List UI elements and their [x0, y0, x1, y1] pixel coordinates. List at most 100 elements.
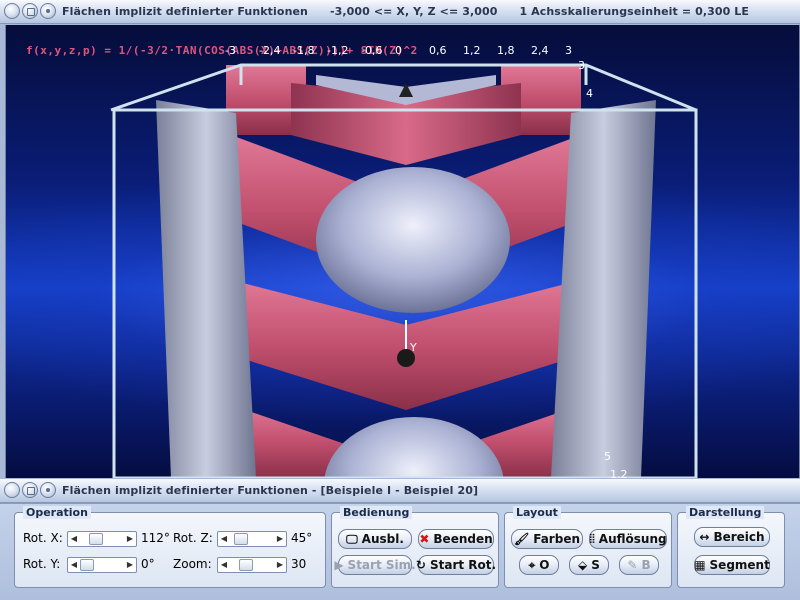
beenden-button[interactable]: ✖ Beenden: [418, 529, 494, 549]
arrow-right-icon[interactable]: ▶: [274, 532, 286, 546]
bedienung-title: Bedienung: [340, 506, 413, 519]
resolution-icon: ⦙⦙: [589, 532, 595, 546]
lightbulb-icon: ✎: [627, 558, 638, 572]
scale-info: 1 Achsskalierungseinheit = 0,300 LE: [519, 5, 750, 18]
darstellung-group: Darstellung ↔ Bereich ▦ Segment: [677, 506, 785, 588]
zoom-value: 30: [291, 557, 307, 571]
tick-right-1: 3: [578, 59, 585, 72]
rot-y-value: 0°: [141, 557, 155, 571]
tick-top-label: -0,6: [361, 44, 383, 57]
range-info: -3,000 <= X, Y, Z <= 3,000: [329, 5, 498, 18]
slider-thumb[interactable]: [89, 533, 104, 545]
aufloesung-label: Auflösung: [598, 532, 667, 546]
function-formula: f(x,y,z,p) = 1/(-3/2·TAN(COS(ABS(X)+ABS(…: [26, 44, 418, 57]
darstellung-title: Darstellung: [686, 506, 765, 519]
close-icon[interactable]: [4, 482, 20, 498]
maximize-icon[interactable]: [22, 482, 38, 498]
bereich-button[interactable]: ↔ Bereich: [694, 527, 770, 547]
b-button[interactable]: ✎ B: [619, 555, 659, 575]
arrow-right-icon[interactable]: ▶: [124, 532, 136, 546]
segment-button[interactable]: ▦ Segment: [694, 555, 770, 575]
minimize-icon[interactable]: [40, 482, 56, 498]
zoom-slider[interactable]: ◀ ▶: [217, 557, 287, 573]
tick-top-label: 2,4: [531, 44, 549, 57]
surface-rendering: [110, 63, 698, 478]
main-window-titlebar[interactable]: Flächen implizit definierter Funktionen …: [0, 0, 800, 24]
close-x-icon: ✖: [419, 532, 430, 546]
slider-thumb[interactable]: [239, 559, 253, 571]
arrow-left-icon[interactable]: ◀: [68, 532, 80, 546]
tick-top-label: -1,8: [293, 44, 315, 57]
tick-top-label: 1,2: [463, 44, 481, 57]
start-sim-label: Start Sim.: [347, 558, 416, 572]
b-label: B: [641, 558, 651, 572]
axis-label-y: Y: [410, 341, 417, 354]
tick-top-label: 1,8: [497, 44, 515, 57]
tick-top-label: -3: [225, 44, 236, 57]
control-window-titlebar[interactable]: Flächen implizit definierter Funktionen …: [0, 479, 800, 503]
tick-right-2: 4: [586, 87, 593, 100]
tick-top-label: -2,4: [259, 44, 281, 57]
farben-label: Farben: [533, 532, 580, 546]
start-rot-label: Start Rot.: [429, 558, 497, 572]
ausbl-button[interactable]: 🖵 Ausbl.: [338, 529, 412, 549]
start-rot-button[interactable]: ↻ Start Rot.: [415, 555, 497, 575]
rot-y-label: Rot. Y:: [23, 557, 61, 571]
beenden-label: Beenden: [433, 532, 493, 546]
sphere-upper: [316, 167, 510, 313]
tick-top-label: 3: [565, 44, 572, 57]
rotate-icon: ↻: [415, 558, 426, 572]
ausbl-label: Ausbl.: [361, 532, 404, 546]
range-arrows-icon: ↔: [699, 530, 710, 544]
slider-thumb[interactable]: [80, 559, 94, 571]
bedienung-group: Bedienung 🖵 Ausbl. ✖ Beenden ▶ Start Sim…: [331, 506, 499, 588]
rot-z-label: Rot. Z:: [173, 531, 213, 545]
tick-top-label: 0: [395, 44, 402, 57]
tick-top-label: 0,6: [429, 44, 447, 57]
rot-y-slider[interactable]: ◀ ▶: [67, 557, 137, 573]
aufloesung-button[interactable]: ⦙⦙ Auflösung: [589, 529, 667, 549]
operation-title: Operation: [23, 506, 91, 519]
operation-group: Operation Rot. X: ◀ ▶ 112° Rot. Z: ◀ ▶ 4…: [14, 506, 326, 588]
window-title-text: Flächen implizit definierter Funktionen: [62, 5, 308, 18]
arrow-right-icon[interactable]: ▶: [124, 558, 136, 572]
close-icon[interactable]: [4, 3, 20, 19]
s-button[interactable]: ⬙ S: [569, 555, 609, 575]
main-window-title: Flächen implizit definierter Funktionen …: [62, 5, 767, 18]
arrow-left-icon[interactable]: ◀: [218, 558, 230, 572]
minimize-icon[interactable]: [40, 3, 56, 19]
control-panel: Operation Rot. X: ◀ ▶ 112° Rot. Z: ◀ ▶ 4…: [0, 503, 800, 600]
sphere-lower: [324, 417, 504, 478]
layout-title: Layout: [513, 506, 561, 519]
rot-z-slider[interactable]: ◀ ▶: [217, 531, 287, 547]
s-label: S: [591, 558, 600, 572]
arrow-left-icon[interactable]: ◀: [218, 532, 230, 546]
rot-x-label: Rot. X:: [23, 531, 63, 545]
3d-viewport[interactable]: f(x,y,z,p) = 1/(-3/2·TAN(COS(ABS(X)+ABS(…: [5, 25, 800, 478]
origin-label: O: [539, 558, 550, 572]
paint-brush-icon: 🖌: [513, 532, 530, 546]
arrow-left-icon[interactable]: ◀: [68, 558, 80, 572]
screen-hide-icon: 🖵: [346, 532, 358, 546]
rot-x-slider[interactable]: ◀ ▶: [67, 531, 137, 547]
play-icon: ▶: [334, 558, 344, 572]
tick-bottom-right-2: 1,2: [610, 468, 628, 478]
maximize-icon[interactable]: [22, 3, 38, 19]
crosshair-icon: ⌖: [528, 558, 536, 572]
rot-z-value: 45°: [291, 531, 313, 545]
segment-label: Segment: [709, 558, 770, 572]
grid-icon: ▦: [694, 558, 706, 572]
fill-bucket-icon: ⬙: [578, 558, 588, 572]
tick-bottom-right-1: 5: [604, 450, 611, 463]
farben-button[interactable]: 🖌 Farben: [511, 529, 583, 549]
arrow-right-icon[interactable]: ▶: [274, 558, 286, 572]
start-sim-button[interactable]: ▶ Start Sim.: [334, 555, 416, 575]
tick-top-label: -1,2: [327, 44, 349, 57]
slider-thumb[interactable]: [233, 533, 248, 545]
layout-group: Layout 🖌 Farben ⦙⦙ Auflösung ⌖ O ⬙ S ✎ B: [504, 506, 672, 588]
zoom-label: Zoom:: [173, 557, 212, 571]
control-window-title: Flächen implizit definierter Funktionen …: [62, 484, 479, 497]
origin-button[interactable]: ⌖ O: [519, 555, 559, 575]
bereich-label: Bereich: [713, 530, 765, 544]
rot-x-value: 112°: [141, 531, 170, 545]
